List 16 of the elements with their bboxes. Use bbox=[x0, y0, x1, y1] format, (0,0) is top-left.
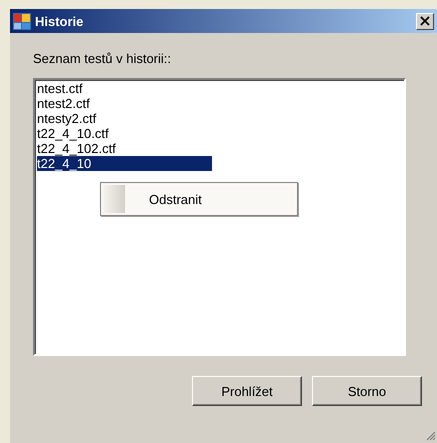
menu-item[interactable]: Odstranit bbox=[149, 192, 202, 206]
list-item[interactable]: t22_4_10.ctf bbox=[37, 126, 404, 141]
dialog-button[interactable]: Storno bbox=[312, 376, 422, 406]
dialog-button[interactable]: Prohlížet bbox=[192, 376, 302, 406]
app-icon bbox=[13, 12, 31, 30]
close-button[interactable]: × bbox=[416, 12, 434, 30]
list-label: Seznam testů v historii:: bbox=[33, 51, 172, 68]
resize-grip-icon bbox=[425, 430, 436, 441]
list-item[interactable]: t22_4_10 bbox=[37, 156, 212, 171]
list-item[interactable]: ntest2.ctf bbox=[37, 96, 404, 111]
window-title: Historie bbox=[35, 14, 84, 28]
list-item[interactable]: t22_4_102.ctf bbox=[37, 141, 404, 156]
history-list[interactable]: ntest.ctf ntest2.ctf ntesty2.ctf t22_4_10.ctf t22_4_102.ctf t22_4_10 Odstranit bbox=[33, 78, 406, 356]
menu-icon-strip bbox=[103, 185, 125, 213]
list-item[interactable]: ntesty2.ctf bbox=[37, 111, 404, 126]
list-item[interactable]: ntest.ctf bbox=[37, 81, 404, 96]
